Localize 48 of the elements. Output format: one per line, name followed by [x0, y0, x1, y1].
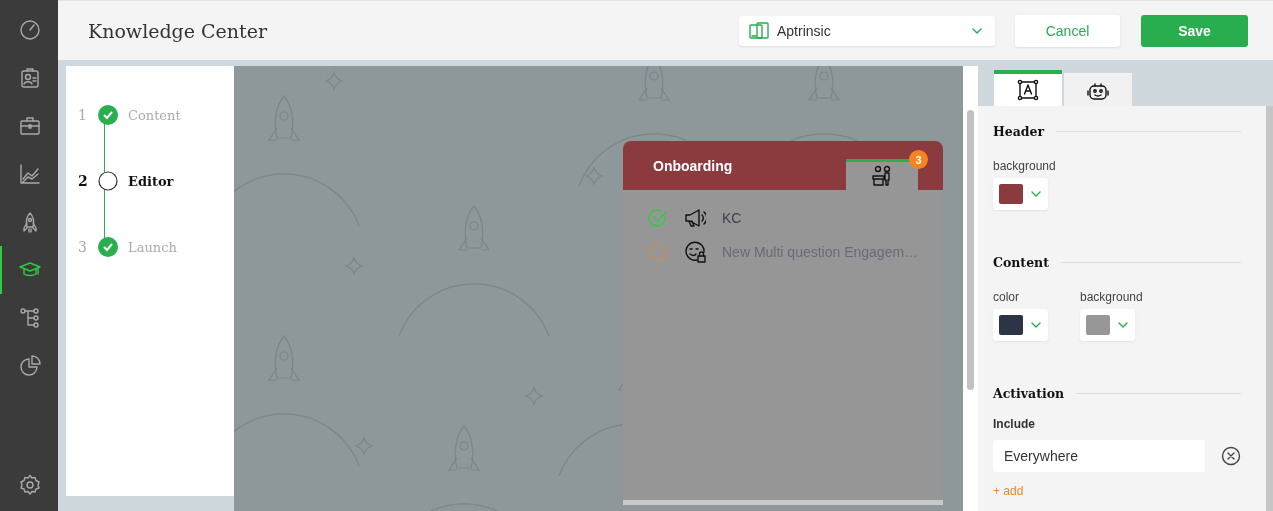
color-picker[interactable]	[1080, 309, 1135, 341]
briefcase-icon	[19, 115, 41, 137]
chevron-down-icon	[971, 26, 983, 35]
color-picker[interactable]	[993, 309, 1048, 341]
widget-title: Onboarding	[653, 158, 734, 174]
section-title: Header	[993, 124, 1045, 139]
save-button[interactable]: Save	[1141, 14, 1248, 47]
panel-tab[interactable]	[994, 70, 1062, 106]
step-number: 1	[78, 107, 88, 123]
section-title: Content	[993, 255, 1049, 270]
gauge-icon	[19, 19, 41, 41]
chevron-down-icon	[1118, 321, 1128, 329]
color-picker[interactable]	[993, 178, 1048, 210]
step-label[interactable]: Content	[128, 107, 181, 123]
step-number: 3	[78, 239, 88, 255]
devices-icon	[749, 21, 769, 40]
cancel-button[interactable]: Cancel	[1015, 14, 1120, 47]
item-label[interactable]: KC	[722, 210, 742, 226]
add-link[interactable]: + add	[993, 484, 1024, 498]
people-desk-icon	[871, 165, 893, 187]
scrollbar-thumb[interactable]	[967, 110, 974, 390]
include-field[interactable]: Everywhere	[993, 440, 1205, 472]
app-selector[interactable]: Aptrinsic	[739, 15, 995, 46]
megaphone-icon	[684, 207, 706, 229]
smiley-lock-icon	[684, 241, 706, 263]
count-badge: 3	[909, 150, 928, 169]
chevron-down-icon	[1031, 321, 1041, 329]
pie-chart-icon	[19, 355, 41, 377]
field-label: background	[993, 159, 1056, 173]
line-chart-icon	[19, 163, 41, 185]
panel-tab[interactable]	[1064, 73, 1132, 106]
widget-tab[interactable]	[846, 159, 918, 190]
field-label: background	[1080, 290, 1143, 304]
close-icon	[1221, 446, 1241, 466]
contact-card-icon	[19, 67, 41, 89]
text-frame-icon	[1017, 79, 1039, 101]
page-title: Knowledge Center	[88, 19, 269, 42]
settings-icon	[19, 474, 41, 496]
step-number: 2	[78, 173, 88, 189]
field-label: Include	[993, 417, 1036, 431]
hierarchy-icon	[19, 307, 41, 329]
step-label[interactable]: Launch	[128, 239, 177, 255]
step-label[interactable]: Editor	[128, 173, 174, 189]
section-title: Activation	[993, 386, 1065, 401]
chevron-down-icon	[1031, 190, 1041, 198]
robot-icon	[1087, 80, 1109, 103]
clear-button[interactable]	[1221, 446, 1241, 466]
field-label: color	[993, 290, 1020, 304]
